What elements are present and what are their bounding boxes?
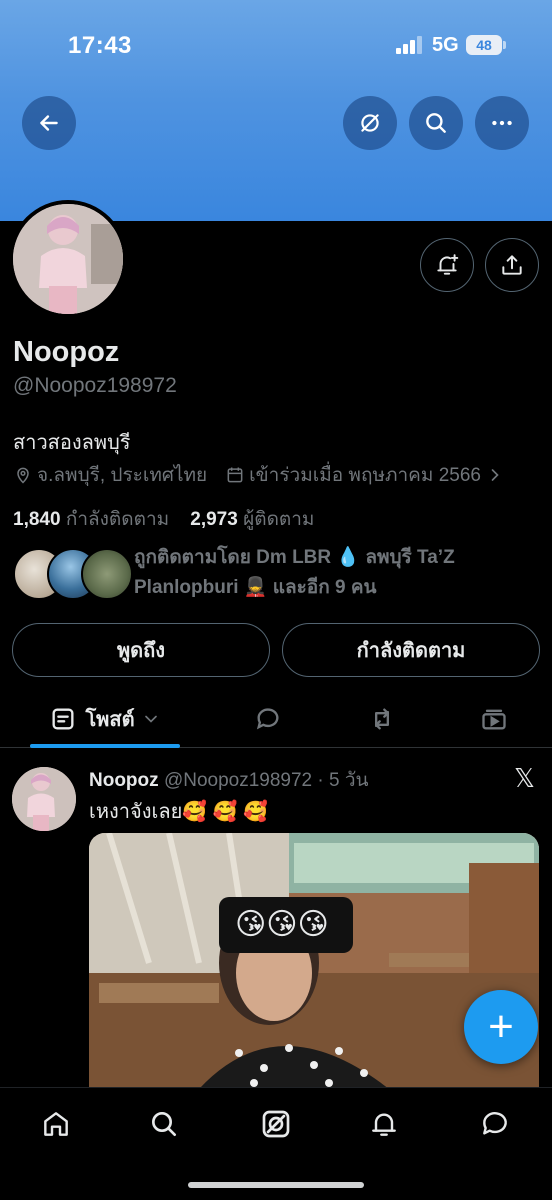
home-indicator (188, 1182, 364, 1188)
followers-you-know-avatars[interactable] (13, 548, 133, 602)
messages-icon (483, 1112, 507, 1135)
x-logo-icon: 𝕏 (514, 763, 535, 793)
nav-home[interactable] (34, 1102, 78, 1146)
post-text: เหงาจังเลย🥰 🥰 🥰 (89, 801, 269, 823)
nav-grok[interactable] (254, 1102, 298, 1146)
mention-button[interactable]: พูดถึง (12, 623, 270, 677)
plus-icon: + (488, 1002, 514, 1051)
battery-cap (503, 41, 506, 49)
profile-joined: เข้าร่วมเมื่อ พฤษภาคม 2566 (249, 465, 481, 486)
back-icon (40, 115, 58, 131)
following-link[interactable]: 1,840 กำลังติดตาม (13, 509, 169, 530)
status-time: 17:43 (68, 32, 132, 59)
signal-icon (396, 36, 422, 54)
back-button[interactable] (22, 96, 76, 150)
profile-meta: จ.ลพบุรี, ประเทศไทย เข้าร่วมเมื่อ พฤษภาค… (13, 460, 509, 490)
notify-button[interactable] (420, 238, 474, 292)
avatar-figure (13, 204, 123, 314)
explore-icon (152, 1112, 176, 1136)
compose-post-button[interactable]: + (464, 990, 538, 1064)
share-icon (502, 255, 522, 275)
repost-icon (375, 708, 389, 730)
following-button[interactable]: กำลังติดตาม (282, 623, 540, 677)
tab-replies[interactable] (244, 690, 292, 748)
grok-nav-icon (262, 1110, 290, 1138)
tab-posts[interactable]: โพสต์ (30, 690, 180, 748)
post-time: · 5 วัน (317, 770, 369, 791)
profile-handle: @Noopoz198972 (13, 374, 177, 397)
nav-explore[interactable] (142, 1102, 186, 1146)
network-type: 5G (432, 34, 459, 56)
grok-icon (361, 114, 379, 132)
more-icon (492, 120, 512, 126)
nav-messages[interactable] (473, 1102, 517, 1146)
avatar (81, 548, 133, 600)
status-bar: 17:43 5G 48 (0, 0, 552, 90)
profile-tabs: โพสต์ (0, 690, 552, 748)
profile-location: จ.ลพบุรี, ประเทศไทย (37, 465, 208, 486)
notification-add-icon (437, 254, 459, 275)
followers-link[interactable]: 2,973 ผู้ติดตาม (190, 509, 314, 530)
post-avatar[interactable] (12, 767, 76, 831)
chevron-down-icon (144, 715, 157, 723)
chevron-right-icon[interactable] (485, 465, 505, 485)
tab-media[interactable] (470, 690, 518, 748)
posts-icon (52, 708, 74, 730)
grok-button[interactable] (343, 96, 397, 150)
follow-stats: 1,840 กำลังติดตาม 2,973 ผู้ติดตาม (13, 504, 314, 534)
search-button[interactable] (409, 96, 463, 150)
kiss-emoji-sticker: 😘😘😘 (235, 908, 329, 941)
share-profile-button[interactable] (485, 238, 539, 292)
profile-avatar[interactable] (9, 200, 127, 318)
post-author-handle: @Noopoz198972 (163, 770, 313, 791)
post-header: Noopoz @Noopoz198972 · 5 วัน (89, 765, 369, 795)
battery-icon: 48 (466, 35, 502, 55)
followed-by-text[interactable]: ถูกติดตามโดย Dm LBR 💧 ลพบุรี Ta’Z Planlo… (134, 543, 464, 603)
avatar-figure (12, 767, 76, 831)
calendar-icon (227, 467, 243, 483)
nav-notifications[interactable] (362, 1102, 406, 1146)
post-author-name[interactable]: Noopoz (89, 770, 159, 791)
tab-reposts[interactable] (358, 690, 406, 748)
profile-bio: สาวสองลพบุรี (13, 432, 131, 454)
more-button[interactable] (475, 96, 529, 150)
location-icon (17, 467, 29, 484)
bottom-navigation (0, 1087, 552, 1200)
notifications-icon (372, 1113, 396, 1136)
profile-name: Noopoz (13, 336, 120, 368)
tab-active-indicator (30, 744, 180, 748)
media-icon (482, 709, 506, 730)
tab-posts-label: โพสต์ (85, 709, 135, 731)
replies-icon (256, 708, 279, 730)
home-icon (44, 1112, 68, 1136)
search-icon (426, 113, 446, 133)
